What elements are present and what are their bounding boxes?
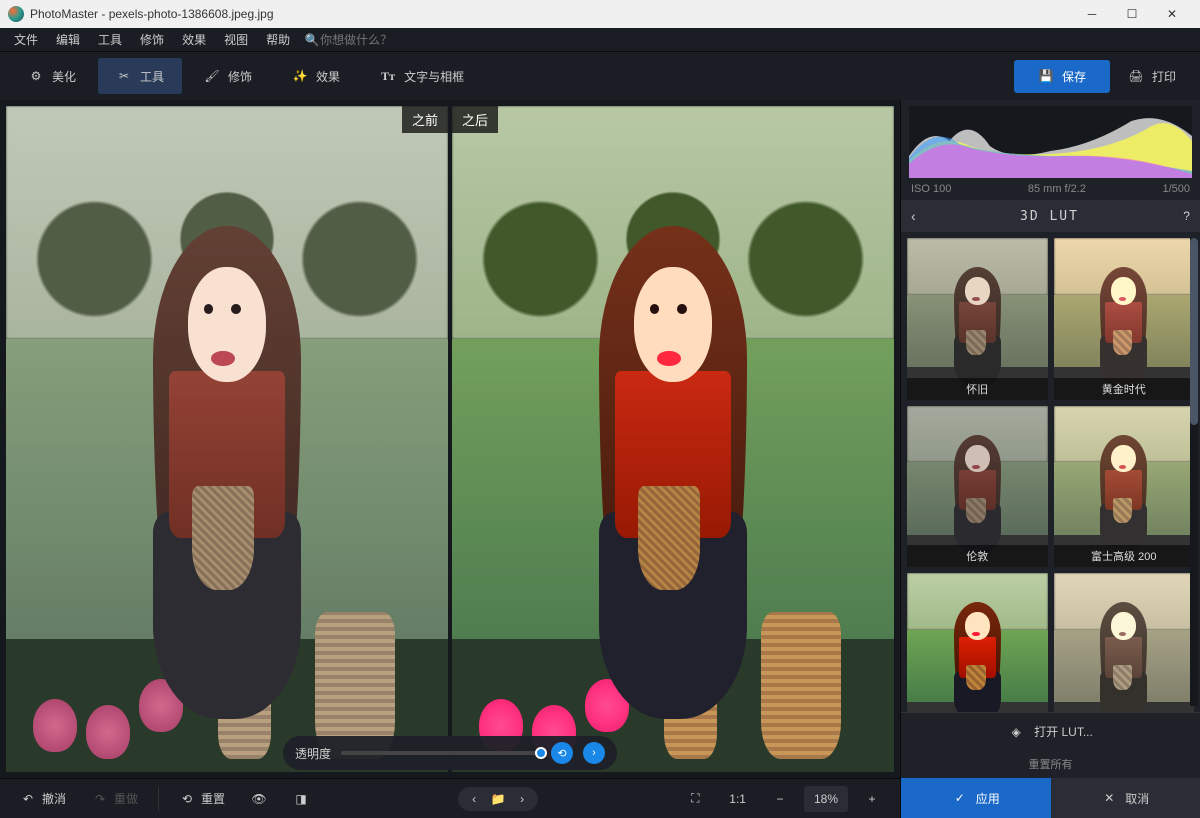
lut-preset-nostalgia[interactable]: 怀旧 [907, 238, 1048, 400]
cube-icon: ◈ [1008, 724, 1024, 740]
apply-button[interactable]: ✓应用 [901, 778, 1051, 818]
search-icon: 🔍 [304, 32, 320, 48]
menu-bar: 文件 编辑 工具 修饰 效果 视图 帮助 🔍 [0, 28, 1200, 52]
undo-icon: ↶ [20, 791, 36, 807]
lut-scrollbar[interactable] [1190, 238, 1198, 706]
fit-screen-button[interactable]: ⛶ [677, 785, 713, 813]
opacity-reset-button[interactable]: ⟲ [551, 742, 573, 764]
folder-icon[interactable]: 📁 [490, 791, 506, 807]
close-icon: ✕ [1101, 790, 1117, 806]
before-label: 之前 [402, 106, 448, 133]
save-icon: 💾 [1038, 68, 1054, 84]
histo-lens: 85 mm f/2.2 [1028, 183, 1086, 195]
undo-button[interactable]: ↶撤消 [10, 784, 76, 813]
menu-help[interactable]: 帮助 [258, 29, 298, 50]
before-image [6, 106, 448, 772]
crop-icon: ✂ [116, 68, 132, 84]
eye-icon: 👁 [251, 791, 267, 807]
menu-tools[interactable]: 工具 [90, 29, 130, 50]
tab-beautify[interactable]: ⚙美化 [10, 58, 94, 94]
tab-text-frame[interactable]: Tᴛ文字与相框 [362, 58, 482, 94]
print-button[interactable]: 🖨打印 [1114, 60, 1190, 93]
menu-view[interactable]: 视图 [216, 29, 256, 50]
menu-file[interactable]: 文件 [6, 29, 46, 50]
preview-button[interactable]: 👁 [241, 785, 277, 813]
app-logo-icon [8, 6, 24, 22]
lut-scroll-handle[interactable] [1190, 238, 1198, 425]
histo-iso: ISO 100 [911, 183, 951, 195]
minus-icon: − [772, 791, 788, 807]
opacity-slider-bar: 透明度 ⟲ › [283, 736, 617, 770]
print-icon: 🖨 [1128, 68, 1144, 84]
lut-preset-grid: 怀旧 黄金时代 伦敦 富士高级 200 [901, 232, 1200, 712]
text-icon: Tᴛ [380, 68, 396, 84]
menu-effects[interactable]: 效果 [174, 29, 214, 50]
right-panel: ISO 100 85 mm f/2.2 1/500 ‹ 3D LUT ? 怀旧 … [900, 100, 1200, 818]
redo-icon: ↷ [92, 791, 108, 807]
file-nav-group: ‹ 📁 › [458, 787, 538, 811]
tab-tools[interactable]: ✂工具 [98, 58, 182, 94]
after-pane[interactable]: 之后 [452, 106, 894, 772]
sliders-icon: ⚙ [28, 68, 44, 84]
tab-effects[interactable]: ✨效果 [274, 58, 358, 94]
main-toolbar: ⚙美化 ✂工具 🖌修饰 ✨效果 Tᴛ文字与相框 💾保存 🖨打印 [0, 52, 1200, 100]
window-maximize-button[interactable]: ☐ [1112, 0, 1152, 28]
lut-preset-5[interactable] [907, 573, 1048, 712]
compare-icon: ◨ [293, 791, 309, 807]
reset-button[interactable]: ⟲重置 [169, 784, 235, 813]
lut-preset-6[interactable] [1054, 573, 1195, 712]
compare-view: 之前 之后 透明度 ⟲ [0, 100, 900, 778]
next-file-button[interactable]: › [514, 791, 530, 807]
zoom-out-button[interactable]: − [762, 785, 798, 813]
panel-header: ‹ 3D LUT ? [901, 200, 1200, 232]
before-pane[interactable]: 之前 [6, 106, 448, 772]
opacity-slider[interactable] [341, 751, 541, 755]
cancel-button[interactable]: ✕取消 [1051, 778, 1200, 818]
zoom-level[interactable]: 18% [804, 786, 848, 812]
opacity-thumb[interactable] [535, 747, 547, 759]
wand-icon: ✨ [292, 68, 308, 84]
menu-retouch[interactable]: 修饰 [132, 29, 172, 50]
prev-file-button[interactable]: ‹ [466, 791, 482, 807]
panel-actions: ✓应用 ✕取消 [901, 778, 1200, 818]
lut-preset-fuji-200[interactable]: 富士高级 200 [1054, 406, 1195, 568]
after-image [452, 106, 894, 772]
canvas-area: 之前 之后 透明度 ⟲ [0, 100, 900, 818]
window-title: PhotoMaster - pexels-photo-1386608.jpeg.… [30, 7, 1072, 21]
window-minimize-button[interactable]: ─ [1072, 0, 1112, 28]
menu-search-input[interactable] [320, 33, 440, 47]
opacity-next-button[interactable]: › [583, 742, 605, 764]
bottom-toolbar: ↶撤消 ↷重做 ⟲重置 👁 ◨ ‹ 📁 › ⛶ 1:1 − 18% + [0, 778, 900, 818]
menu-edit[interactable]: 编辑 [48, 29, 88, 50]
compare-toggle-button[interactable]: ◨ [283, 785, 319, 813]
opacity-label: 透明度 [295, 745, 331, 762]
window-titlebar: PhotoMaster - pexels-photo-1386608.jpeg.… [0, 0, 1200, 28]
panel-back-button[interactable]: ‹ [911, 208, 916, 224]
brush-icon: 🖌 [204, 68, 220, 84]
histo-shutter: 1/500 [1162, 183, 1190, 195]
histogram-panel: ISO 100 85 mm f/2.2 1/500 [901, 100, 1200, 200]
histogram-chart [909, 106, 1192, 178]
zoom-in-button[interactable]: + [854, 785, 890, 813]
window-close-button[interactable]: ✕ [1152, 0, 1192, 28]
after-label: 之后 [452, 106, 498, 133]
reset-icon: ⟲ [179, 791, 195, 807]
lut-preset-golden-age[interactable]: 黄金时代 [1054, 238, 1195, 400]
open-lut-button[interactable]: ◈ 打开 LUT... [901, 712, 1200, 750]
zoom-actual-button[interactable]: 1:1 [719, 786, 756, 812]
lut-preset-london[interactable]: 伦敦 [907, 406, 1048, 568]
check-icon: ✓ [952, 790, 968, 806]
reset-all-button[interactable]: 重置所有 [901, 750, 1200, 778]
panel-title: 3D LUT [1020, 209, 1079, 224]
plus-icon: + [864, 791, 880, 807]
panel-help-button[interactable]: ? [1183, 209, 1190, 223]
menu-search[interactable]: 🔍 [304, 32, 440, 48]
redo-button[interactable]: ↷重做 [82, 784, 148, 813]
tab-retouch[interactable]: 🖌修饰 [186, 58, 270, 94]
fit-icon: ⛶ [687, 791, 703, 807]
save-button[interactable]: 💾保存 [1014, 60, 1110, 93]
